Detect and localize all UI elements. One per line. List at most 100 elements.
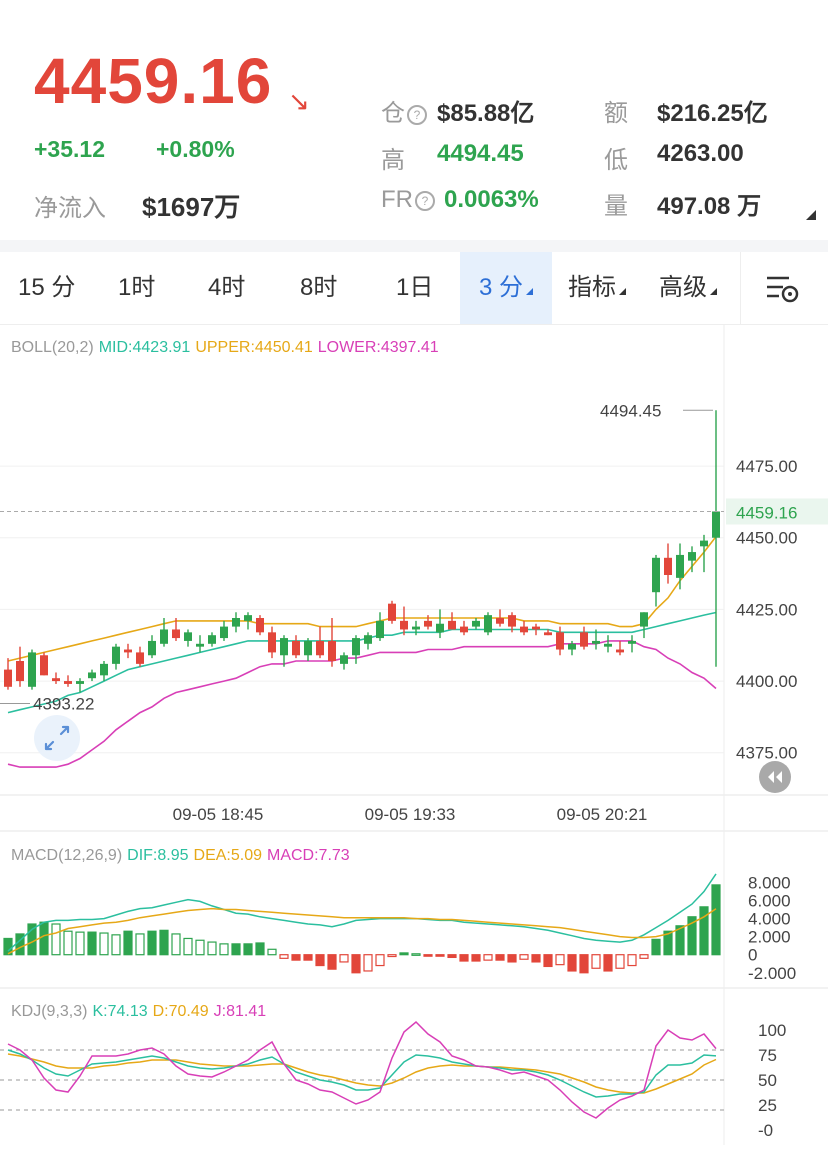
macd-histogram-bar <box>207 941 217 956</box>
current-price-label: 4459.16 <box>736 503 797 522</box>
macd-histogram-bar <box>567 954 577 972</box>
boll-upper-line <box>7 536 717 662</box>
candle-body <box>484 615 492 633</box>
macd-histogram-bar <box>219 943 229 956</box>
candle-body <box>148 640 156 656</box>
macd-axis-label: 8.000 <box>748 873 791 892</box>
macd-histogram-bar <box>159 929 169 956</box>
macd-histogram-bar <box>63 930 73 956</box>
candle-body <box>712 511 720 538</box>
boll-legend-item: UPPER:4450.41 <box>195 339 313 356</box>
candle-body <box>76 681 84 684</box>
candle-body <box>508 615 516 627</box>
time-axis-label: 09-05 20:21 <box>557 805 648 824</box>
macd-histogram-bar <box>447 954 457 959</box>
candle-body <box>532 626 540 630</box>
macd-histogram-bar <box>195 939 205 956</box>
candle-body <box>640 612 648 627</box>
macd-histogram-bar <box>243 943 253 956</box>
macd-histogram-bar <box>711 884 721 956</box>
price-axis-label: 4450.00 <box>736 529 797 548</box>
candle-body <box>124 649 132 653</box>
macd-axis-label: 4.000 <box>748 910 791 929</box>
macd-histogram-bar <box>591 954 601 969</box>
macd-histogram-bar <box>99 932 109 956</box>
macd-histogram-bar <box>471 954 481 962</box>
candle-body <box>400 620 408 630</box>
macd-histogram-bar <box>507 954 517 963</box>
time-axis-label: 09-05 19:33 <box>365 805 456 824</box>
candle-body <box>340 655 348 664</box>
candle-body <box>256 618 264 633</box>
candle-body <box>604 643 612 647</box>
macd-histogram-bar <box>39 921 49 956</box>
candle-body <box>136 652 144 664</box>
macd-histogram-bar <box>183 937 193 956</box>
macd-legend-item: DEA:5.09 <box>194 847 263 864</box>
macd-legend-item: MACD:7.73 <box>267 847 350 864</box>
macd-histogram-bar <box>135 933 145 956</box>
macd-histogram-bar <box>255 942 265 956</box>
macd-histogram-bar <box>495 954 505 961</box>
candle-body <box>352 638 360 656</box>
macd-legend-item: DIF:8.95 <box>127 847 188 864</box>
candle-body <box>424 620 432 627</box>
macd-histogram-bar <box>327 954 337 970</box>
kline-chart[interactable]: 4475.00 4450.00 4425.00 4400.00 4375.00 BOLL(… <box>0 0 828 1158</box>
candle-body <box>304 640 312 656</box>
candle-body <box>28 652 36 687</box>
candle-body <box>700 540 708 547</box>
kdj-d-line <box>7 1053 717 1094</box>
macd-histogram-bar <box>399 952 409 956</box>
candle-body <box>232 618 240 627</box>
kdj-axis-label: -0 <box>758 1121 773 1140</box>
macd-histogram-bar <box>651 938 661 956</box>
candle-body <box>184 632 192 641</box>
kdj-j-line <box>7 1020 717 1119</box>
candle-body <box>616 649 624 653</box>
candle-body <box>268 632 276 653</box>
min-price-marker: 4393.22 <box>33 695 94 714</box>
macd-histogram-bar <box>639 954 649 959</box>
macd-histogram-bar <box>519 954 529 960</box>
macd-histogram-bar <box>123 930 133 956</box>
candle-body <box>496 618 504 624</box>
candle-body <box>364 635 372 644</box>
macd-histogram-bar <box>411 953 421 956</box>
kdj-axis-label: 25 <box>758 1096 777 1115</box>
candle-body <box>472 620 480 627</box>
time-axis-label: 09-05 18:45 <box>173 805 264 824</box>
candle-body <box>52 678 60 682</box>
candle-body <box>4 669 12 687</box>
kdj-axis-label: 100 <box>758 1021 786 1040</box>
candle-body <box>652 557 660 593</box>
candle-body <box>208 635 216 644</box>
scroll-to-latest-button[interactable] <box>759 761 791 793</box>
candle-body <box>688 552 696 561</box>
kdj-axis-label: 50 <box>758 1071 777 1090</box>
candle-body <box>172 629 180 639</box>
candle-body <box>460 626 468 633</box>
candle-body <box>676 554 684 578</box>
candle-body <box>160 629 168 644</box>
candle-body <box>40 655 48 676</box>
macd-histogram-bar <box>339 954 349 963</box>
candle-body <box>112 646 120 664</box>
macd-histogram-bar <box>75 931 85 956</box>
macd-histogram-bar <box>231 943 241 956</box>
candle-body <box>328 640 336 661</box>
macd-histogram-bar <box>111 934 121 956</box>
max-price-marker: 4494.45 <box>600 401 661 420</box>
price-axis-label: 4425.00 <box>736 600 797 619</box>
kdj-legend-item: J:81.41 <box>214 1003 267 1020</box>
boll-legend-item: LOWER:4397.41 <box>318 339 439 356</box>
boll-legend-item: MID:4423.91 <box>99 339 191 356</box>
macd-histogram-bar <box>363 954 373 972</box>
candle-body <box>376 620 384 639</box>
candle-body <box>580 632 588 647</box>
price-axis-label: 4400.00 <box>736 672 797 691</box>
candle-body <box>16 661 24 682</box>
candle-body <box>412 626 420 630</box>
macd-histogram-bar <box>171 933 181 956</box>
candle-body <box>520 626 528 633</box>
